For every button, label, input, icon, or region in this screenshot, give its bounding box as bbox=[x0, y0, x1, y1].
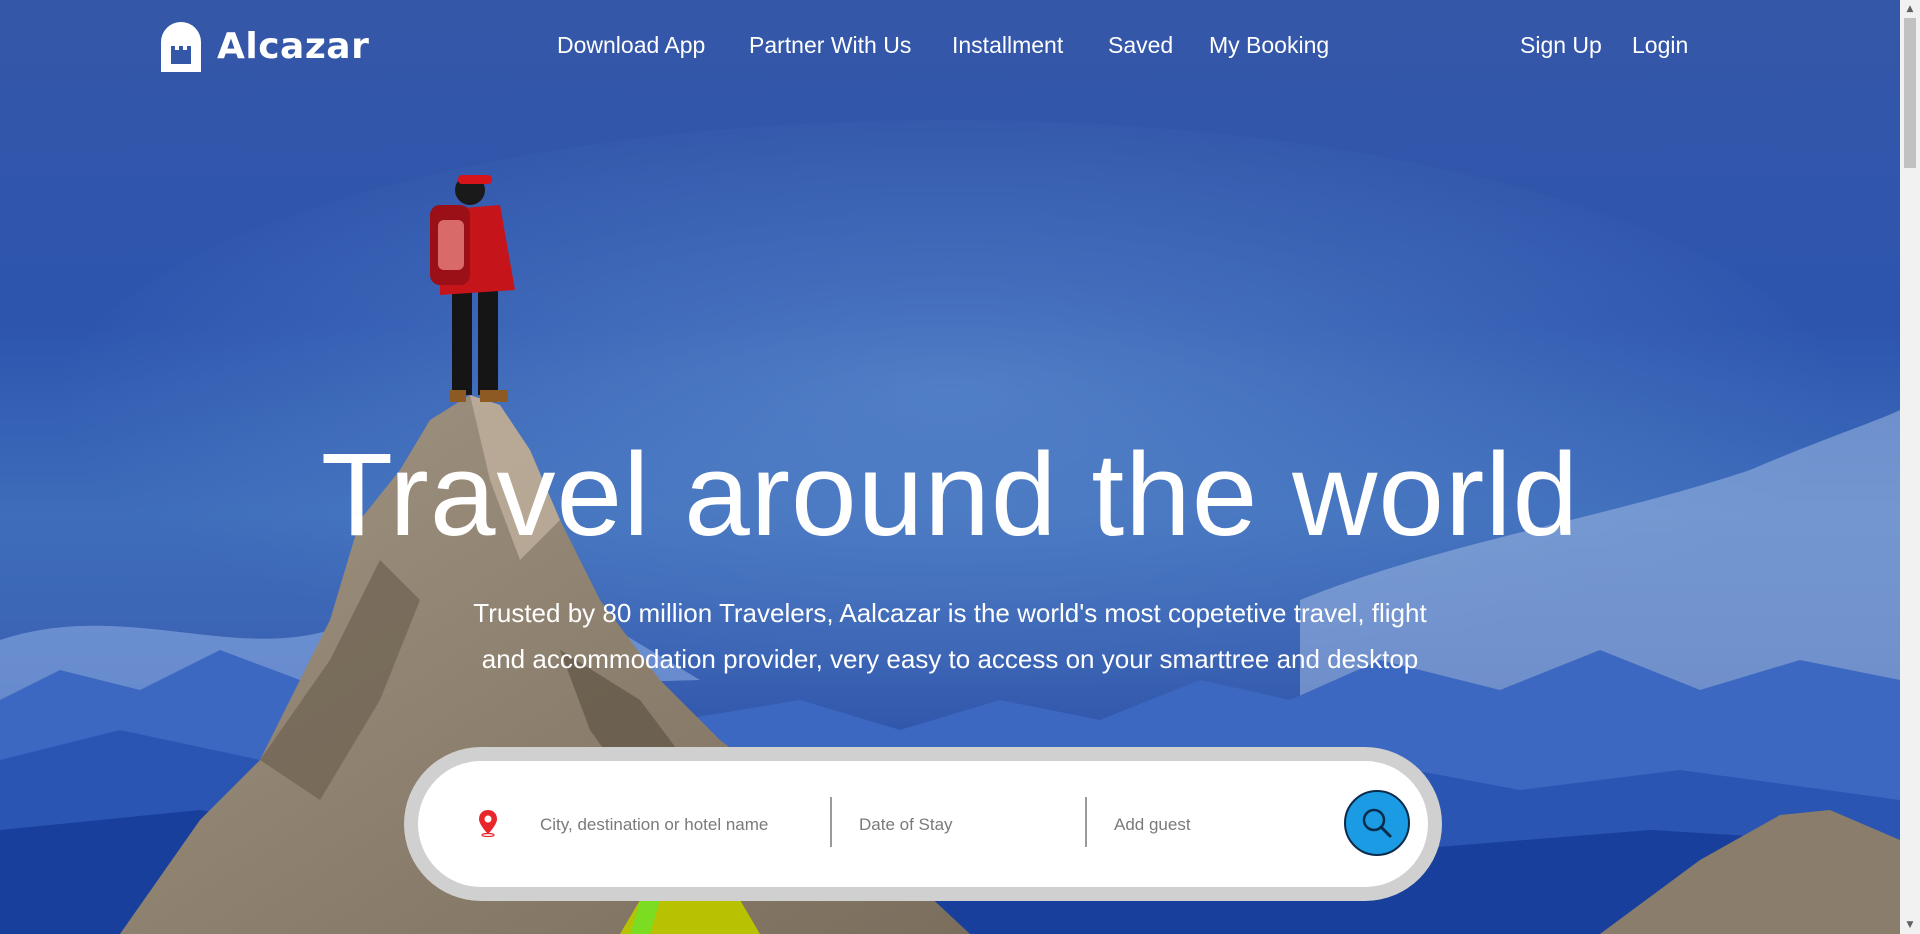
search-divider-1 bbox=[830, 797, 832, 847]
signup-link[interactable]: Sign Up bbox=[1520, 32, 1602, 59]
page-scrollbar[interactable]: ▲ ▼ bbox=[1900, 0, 1920, 934]
nav-saved[interactable]: Saved bbox=[1108, 32, 1173, 59]
map-pin-icon bbox=[479, 810, 497, 837]
destination-input[interactable] bbox=[538, 799, 822, 851]
nav-installment[interactable]: Installment bbox=[952, 32, 1063, 59]
scrollbar-thumb[interactable] bbox=[1904, 18, 1916, 168]
nav-partner-with-us[interactable]: Partner With Us bbox=[749, 32, 911, 59]
nav-my-booking[interactable]: My Booking bbox=[1209, 32, 1329, 59]
top-navigation: Alcazar Download App Partner With Us Ins… bbox=[0, 0, 1900, 94]
brand-logo[interactable]: Alcazar bbox=[157, 20, 369, 72]
brand-name: Alcazar bbox=[217, 25, 370, 67]
castle-icon bbox=[161, 22, 201, 72]
hero-subtitle-line-2: and accommodation provider, very easy to… bbox=[481, 644, 1419, 674]
search-icon bbox=[1362, 808, 1392, 838]
add-guest-input[interactable] bbox=[1112, 799, 1326, 851]
date-of-stay-input[interactable] bbox=[857, 799, 1081, 851]
hero-subtitle: Trusted by 80 million Travelers, Aalcaza… bbox=[450, 590, 1450, 682]
hero-title: Travel around the world bbox=[320, 429, 1580, 561]
login-link[interactable]: Login bbox=[1632, 32, 1688, 59]
nav-download-app[interactable]: Download App bbox=[557, 32, 705, 59]
search-bar bbox=[404, 747, 1442, 901]
search-button[interactable] bbox=[1344, 790, 1410, 856]
search-divider-2 bbox=[1085, 797, 1087, 847]
scroll-up-arrow-icon[interactable]: ▲ bbox=[1900, 0, 1920, 18]
scroll-down-arrow-icon[interactable]: ▼ bbox=[1900, 916, 1920, 934]
search-bar-inner bbox=[418, 761, 1428, 887]
hero-subtitle-line-1: Trusted by 80 million Travelers, Aalcaza… bbox=[473, 598, 1427, 628]
